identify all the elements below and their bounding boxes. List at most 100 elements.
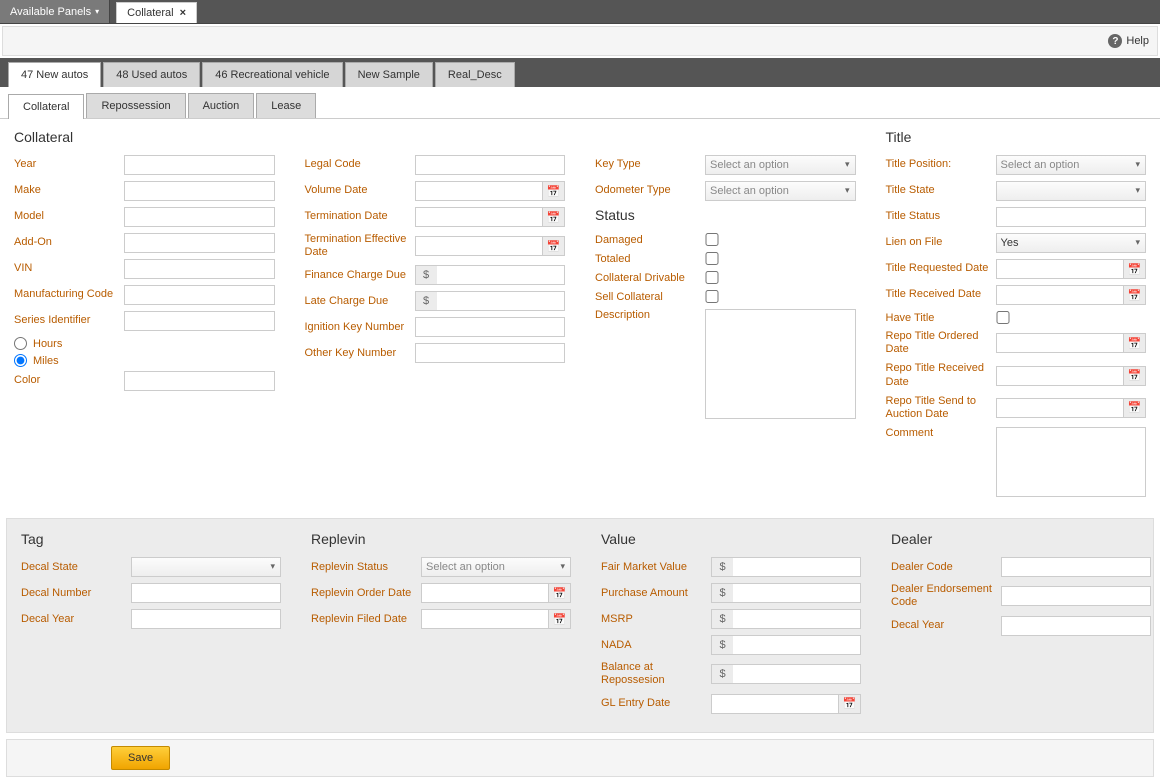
title-position-select[interactable]: Select an option (996, 155, 1147, 175)
repo-received-input[interactable] (996, 366, 1125, 386)
color-input[interactable] (124, 371, 275, 391)
key-type-select[interactable]: Select an option (705, 155, 856, 175)
tab-48-used-autos[interactable]: 48 Used autos (103, 62, 200, 87)
repo-auction-input[interactable] (996, 398, 1125, 418)
make-label: Make (14, 184, 124, 197)
decal-state-select[interactable] (131, 557, 281, 577)
title-requested-input[interactable] (996, 259, 1125, 279)
mfg-code-label: Manufacturing Code (14, 288, 124, 301)
tab-46-recreational[interactable]: 46 Recreational vehicle (202, 62, 342, 87)
lien-select[interactable]: Yes (996, 233, 1147, 253)
calendar-icon[interactable]: 📅 (1124, 285, 1146, 305)
calendar-icon[interactable]: 📅 (543, 207, 565, 227)
odo-type-select[interactable]: Select an option (705, 181, 856, 201)
sell-checkbox[interactable] (705, 290, 719, 303)
calendar-icon[interactable]: 📅 (549, 609, 571, 629)
vin-input[interactable] (124, 259, 275, 279)
sell-label: Sell Collateral (595, 291, 705, 303)
description-textarea[interactable] (705, 309, 856, 419)
calendar-icon[interactable]: 📅 (543, 181, 565, 201)
balance-input[interactable] (733, 664, 861, 684)
dealer-endorsement-input[interactable] (1001, 586, 1151, 606)
model-input[interactable] (124, 207, 275, 227)
msrp-input[interactable] (733, 609, 861, 629)
calendar-icon[interactable]: 📅 (839, 694, 861, 714)
help-button[interactable]: ? Help (1108, 34, 1149, 48)
save-button[interactable]: Save (111, 746, 170, 770)
tab-real-desc[interactable]: Real_Desc (435, 62, 515, 87)
calendar-icon[interactable]: 📅 (549, 583, 571, 603)
open-tab-collateral[interactable]: Collateral × (116, 2, 197, 23)
replevin-order-input[interactable] (421, 583, 549, 603)
volume-date-label: Volume Date (305, 184, 415, 197)
year-input[interactable] (124, 155, 275, 175)
miles-radio[interactable] (14, 354, 27, 367)
finance-due-input[interactable] (437, 265, 566, 285)
make-input[interactable] (124, 181, 275, 201)
dealer-endorsement-label: Dealer Endorsement Code (891, 583, 1001, 609)
replevin-filed-input[interactable] (421, 609, 549, 629)
repo-ordered-input[interactable] (996, 333, 1125, 353)
tag-column: Tag Decal State Decal Number Decal Year (21, 531, 281, 719)
calendar-icon[interactable]: 📅 (1124, 259, 1146, 279)
series-input[interactable] (124, 311, 275, 331)
replevin-status-select[interactable]: Select an option (421, 557, 571, 577)
tab-new-sample[interactable]: New Sample (345, 62, 433, 87)
ignition-key-input[interactable] (415, 317, 566, 337)
calendar-icon[interactable]: 📅 (1124, 398, 1146, 418)
top-bar: Available Panels ▾ Collateral × (0, 0, 1160, 24)
dealer-code-input[interactable] (1001, 557, 1151, 577)
open-tab-label: Collateral (127, 7, 173, 19)
dealer-decal-year-input[interactable] (1001, 616, 1151, 636)
totaled-checkbox[interactable] (705, 252, 719, 265)
purchase-input[interactable] (733, 583, 861, 603)
volume-date-input[interactable] (415, 181, 544, 201)
calendar-icon[interactable]: 📅 (1124, 333, 1146, 353)
have-title-label: Have Title (886, 312, 996, 324)
drivable-checkbox[interactable] (705, 271, 719, 284)
legal-code-input[interactable] (415, 155, 566, 175)
collateral-heading: Collateral (14, 129, 275, 145)
calendar-icon[interactable]: 📅 (1124, 366, 1146, 386)
damaged-label: Damaged (595, 234, 705, 246)
tab-47-new-autos[interactable]: 47 New autos (8, 62, 101, 87)
title-state-label: Title State (886, 184, 996, 197)
nada-input[interactable] (733, 635, 861, 655)
repo-received-label: Repo Title Received Date (886, 362, 996, 388)
tab-collateral[interactable]: Collateral (8, 94, 84, 119)
gl-entry-label: GL Entry Date (601, 697, 711, 710)
title-state-select[interactable] (996, 181, 1147, 201)
other-key-input[interactable] (415, 343, 566, 363)
decal-year-input[interactable] (131, 609, 281, 629)
comment-textarea[interactable] (996, 427, 1147, 497)
title-status-input[interactable] (996, 207, 1147, 227)
available-panels-label: Available Panels (10, 6, 91, 18)
replevin-column: Replevin Replevin StatusSelect an option… (311, 531, 571, 719)
have-title-checkbox[interactable] (996, 311, 1010, 324)
fmv-input[interactable] (733, 557, 861, 577)
late-due-input[interactable] (437, 291, 566, 311)
available-panels-dropdown[interactable]: Available Panels ▾ (0, 0, 110, 23)
term-eff-date-input[interactable] (415, 236, 544, 256)
dealer-decal-year-label: Decal Year (891, 619, 1001, 632)
dollar-icon: $ (415, 291, 437, 311)
damaged-checkbox[interactable] (705, 233, 719, 246)
dealer-code-label: Dealer Code (891, 561, 1001, 574)
dollar-icon: $ (711, 583, 733, 603)
lien-label: Lien on File (886, 236, 996, 249)
tab-lease[interactable]: Lease (256, 93, 316, 118)
tab-repossession[interactable]: Repossession (86, 93, 185, 118)
tab-auction[interactable]: Auction (188, 93, 255, 118)
repo-ordered-label: Repo Title Ordered Date (886, 330, 996, 356)
gl-entry-input[interactable] (711, 694, 839, 714)
addon-input[interactable] (124, 233, 275, 253)
title-status-label: Title Status (886, 210, 996, 223)
calendar-icon[interactable]: 📅 (543, 236, 565, 256)
model-label: Model (14, 210, 124, 223)
hours-radio[interactable] (14, 337, 27, 350)
close-icon[interactable]: × (180, 7, 186, 19)
term-date-input[interactable] (415, 207, 544, 227)
decal-number-input[interactable] (131, 583, 281, 603)
mfg-code-input[interactable] (124, 285, 275, 305)
title-received-input[interactable] (996, 285, 1125, 305)
